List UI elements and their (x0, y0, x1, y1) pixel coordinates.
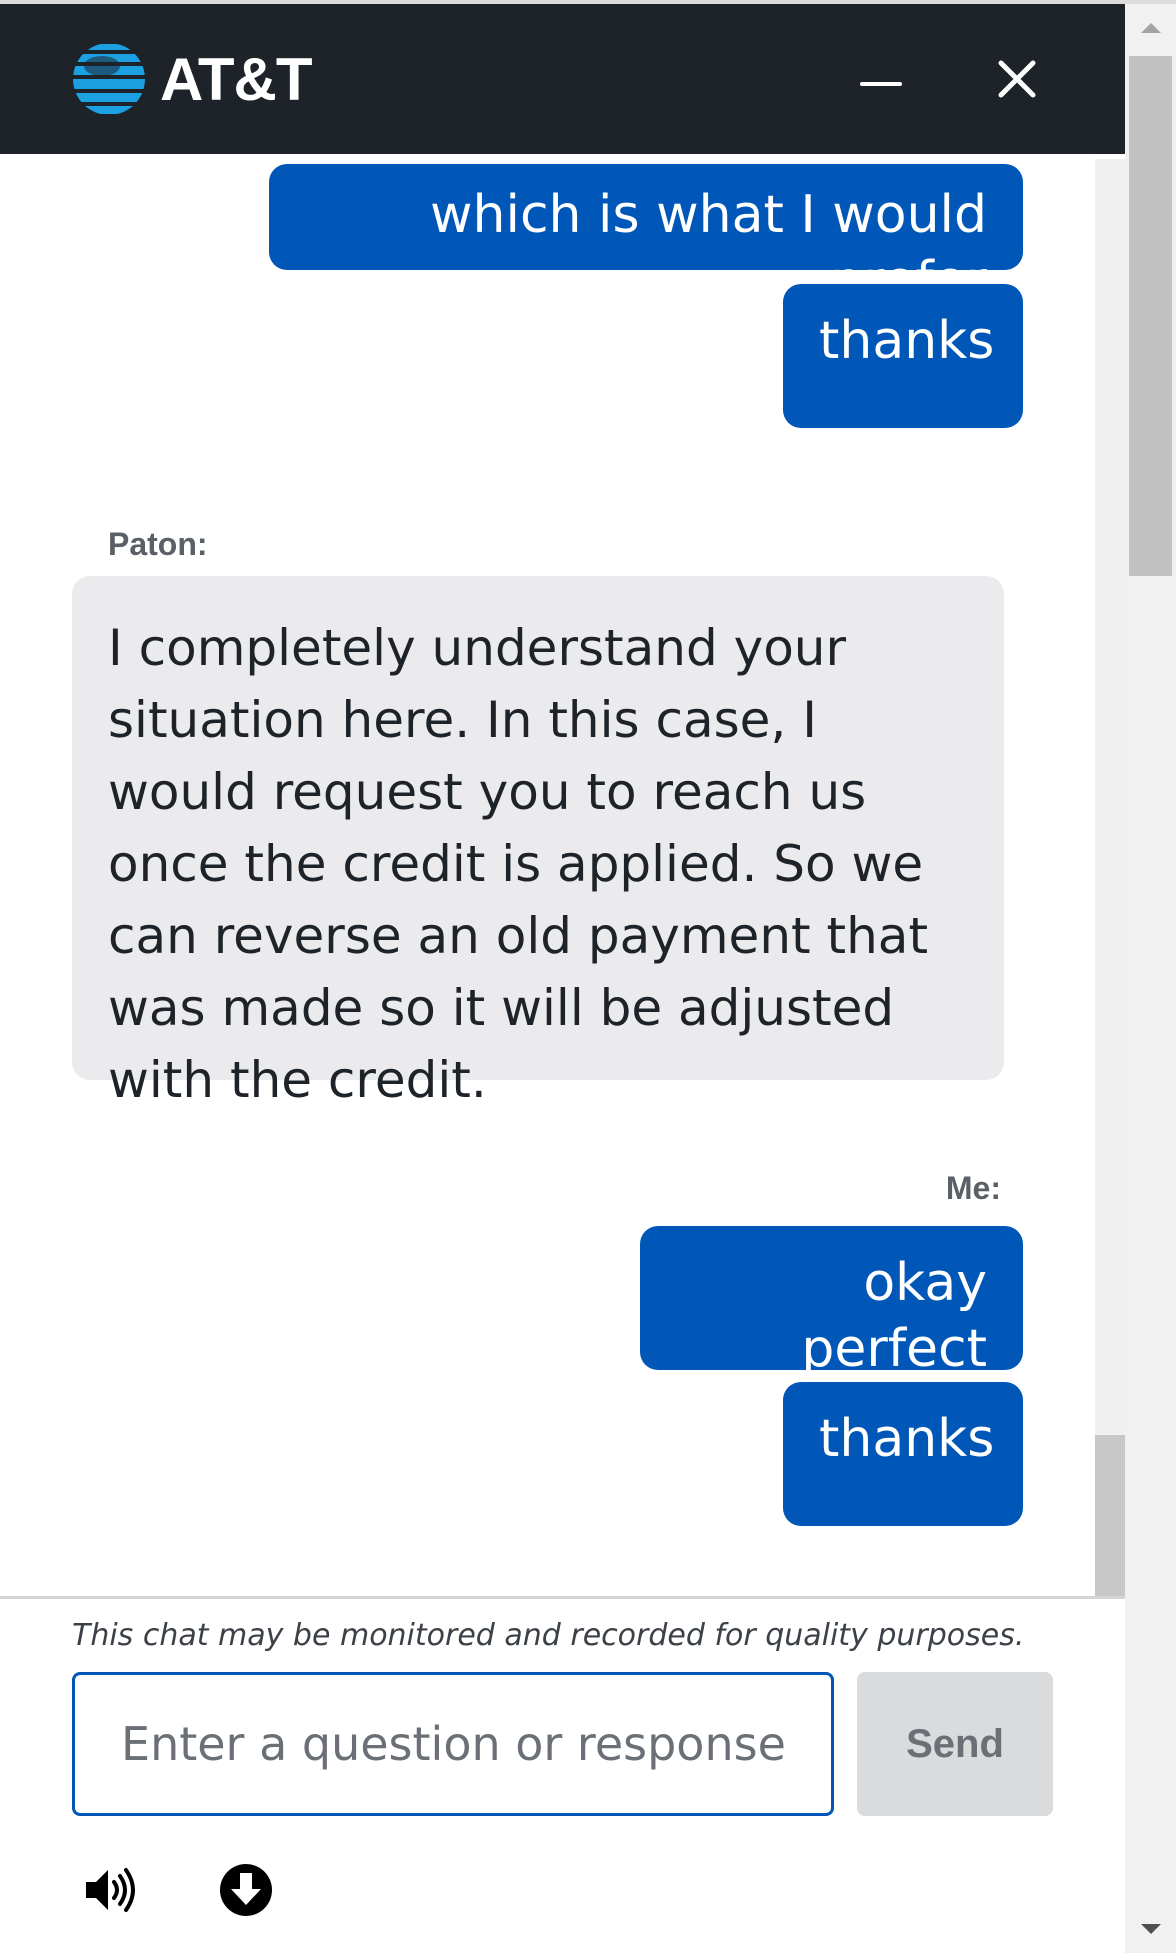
user-sender-label: Me: (945, 1170, 1001, 1206)
agent-sender-label: Paton: (108, 526, 208, 562)
scroll-up-button[interactable] (1125, 4, 1176, 52)
att-globe-icon (73, 43, 145, 115)
user-message: which is what I would prefer (269, 164, 1023, 311)
page-scroll-thumb[interactable] (1129, 56, 1172, 576)
user-message: thanks (783, 1382, 1023, 1526)
scroll-down-button[interactable] (1125, 1905, 1176, 1953)
user-message: okay perfect (640, 1226, 1023, 1379)
download-icon (220, 1864, 272, 1916)
arrow-down-icon (1140, 1924, 1161, 1934)
sound-toggle-button[interactable] (82, 1862, 138, 1918)
speaker-icon (86, 1868, 135, 1912)
monitoring-disclaimer: This chat may be monitored and recorded … (72, 1618, 1025, 1653)
arrow-up-icon (1140, 23, 1161, 33)
chat-window: AT&T which is what I would prefer thanks… (0, 4, 1125, 1953)
send-button[interactable]: Send (857, 1672, 1053, 1816)
minimize-button[interactable] (852, 49, 912, 109)
message-list-scrollbar[interactable] (1095, 159, 1125, 1596)
page-scrollbar[interactable] (1125, 4, 1176, 1953)
agent-message: I completely understand your situation h… (72, 576, 1004, 1109)
download-transcript-button[interactable] (218, 1862, 274, 1918)
message-list-scroll-thumb[interactable] (1095, 1435, 1125, 1596)
minimize-icon (860, 82, 902, 86)
brand-name: AT&T (160, 45, 313, 113)
footer-divider (0, 1596, 1125, 1599)
att-logo: AT&T (72, 42, 313, 116)
message-input[interactable] (72, 1672, 834, 1816)
message-list: which is what I would prefer thanks Pato… (0, 154, 1095, 1596)
close-icon (998, 60, 1036, 98)
chat-header: AT&T (0, 4, 1125, 154)
close-button[interactable] (987, 49, 1047, 109)
user-message: thanks (783, 284, 1023, 428)
